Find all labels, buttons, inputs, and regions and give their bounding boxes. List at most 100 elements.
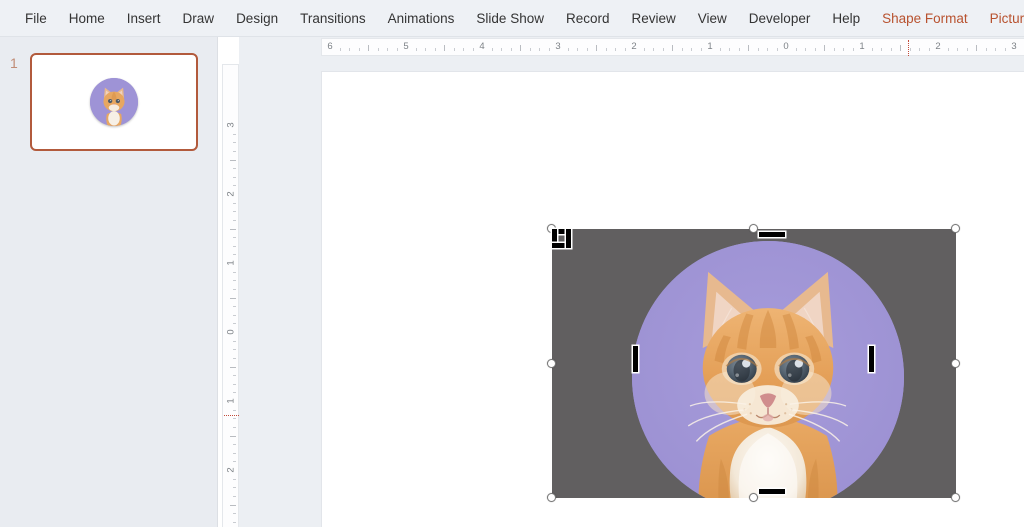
ruler-v-label: 2 [225, 467, 237, 473]
ruler-v-tick [233, 219, 236, 221]
ruler-h-tick [985, 48, 987, 51]
ruler-v-tick [233, 202, 236, 204]
menu-item-slide-show[interactable]: Slide Show [465, 6, 555, 31]
ruler-v-position-marker [224, 414, 239, 416]
list-item[interactable]: 1 [0, 45, 218, 155]
ruler-h-tick [795, 48, 797, 51]
horizontal-ruler[interactable]: 6 5 4 3 2 1 0 1 2 3 [321, 38, 1024, 56]
crop-overlay [552, 229, 956, 498]
ruler-h-tick [472, 48, 474, 51]
ruler-v-tick [233, 168, 236, 170]
crop-handle-bottom-center[interactable] [759, 489, 785, 494]
ruler-h-tick [748, 45, 749, 51]
ruler-h-tick [805, 48, 806, 51]
menu-item-review[interactable]: Review [621, 6, 687, 31]
slide-canvas[interactable] [321, 71, 1024, 527]
ruler-v-tick [233, 271, 236, 273]
powerpoint-window: File Home Insert Draw Design Transitions… [0, 0, 1024, 527]
ruler-h-tick [425, 48, 426, 51]
menu-item-help[interactable]: Help [821, 6, 871, 31]
ruler-h-tick [567, 48, 569, 51]
ruler-h-tick [824, 45, 825, 51]
ruler-h-label: 3 [555, 41, 561, 52]
crop-handle-middle-right[interactable] [869, 346, 874, 372]
ruler-h-tick [729, 48, 730, 51]
ruler-v-tick [233, 176, 236, 178]
ruler-h-tick [900, 45, 901, 51]
ruler-v-label: 1 [225, 260, 237, 266]
ruler-h-tick [463, 48, 464, 51]
ruler-v-label: 0 [225, 329, 237, 335]
resize-handle-middle-left[interactable] [547, 359, 556, 368]
ruler-h-position-marker [907, 40, 909, 56]
ruler-h-tick [700, 48, 702, 51]
ruler-v-tick [233, 452, 236, 454]
ruler-v-tick [233, 288, 236, 290]
ruler-h-tick [444, 45, 445, 51]
ruler-v-tick [233, 133, 236, 135]
resize-handle-bottom-right[interactable] [951, 493, 960, 502]
menu-item-transitions[interactable]: Transitions [289, 6, 377, 31]
ruler-h-tick [966, 48, 968, 51]
ruler-h-tick [947, 48, 949, 51]
resize-handle-bottom-center[interactable] [749, 493, 758, 502]
menu-item-developer[interactable]: Developer [738, 6, 822, 31]
ruler-h-tick [339, 48, 341, 51]
ruler-h-tick [615, 48, 616, 51]
ruler-h-tick [833, 48, 835, 51]
crop-handle-middle-left[interactable] [633, 346, 638, 372]
menu-item-home[interactable]: Home [58, 6, 116, 31]
crop-handle-top-center[interactable] [759, 232, 785, 237]
ruler-h-tick [358, 48, 360, 51]
resize-handle-bottom-left[interactable] [547, 493, 556, 502]
ruler-v-tick [230, 297, 236, 299]
ruler-h-tick [738, 48, 740, 51]
menu-item-shape-format[interactable]: Shape Format [871, 6, 979, 31]
ruler-h-tick [453, 48, 455, 51]
ruler-h-tick [653, 48, 654, 51]
ruler-v-tick [233, 142, 236, 144]
ruler-h-label: 0 [783, 41, 789, 52]
ruler-h-tick [415, 48, 417, 51]
resize-handle-top-center[interactable] [749, 224, 758, 233]
ruler-h-tick [586, 48, 588, 51]
ruler-v-label: 3 [225, 122, 237, 128]
ruler-v-tick [230, 159, 236, 161]
slide-thumbnail-pane[interactable]: 1 [0, 37, 218, 527]
menu-item-record[interactable]: Record [555, 6, 621, 31]
resize-handle-top-right[interactable] [951, 224, 960, 233]
kitten-picture[interactable] [632, 241, 904, 498]
ruler-v-tick [233, 314, 236, 316]
ruler-v-tick [233, 478, 236, 480]
ruler-h-tick [1004, 48, 1006, 51]
ruler-h-tick [672, 45, 673, 51]
ruler-h-tick [919, 48, 920, 51]
ruler-h-tick [643, 48, 645, 51]
ruler-h-tick [843, 48, 844, 51]
menu-item-picture-format[interactable]: Picture Format [979, 6, 1024, 31]
ruler-h-tick [976, 45, 977, 51]
ruler-h-tick [871, 48, 873, 51]
ruler-h-tick [577, 48, 578, 51]
menu-item-draw[interactable]: Draw [172, 6, 226, 31]
ruler-v-tick [233, 495, 236, 497]
kitten-svg [632, 241, 904, 498]
ruler-h-tick [890, 48, 892, 51]
menu-item-insert[interactable]: Insert [116, 6, 172, 31]
resize-handle-middle-right[interactable] [951, 359, 960, 368]
ruler-h-label: 2 [631, 41, 637, 52]
picture-crop-selection[interactable] [547, 224, 960, 502]
menu-item-view[interactable]: View [687, 6, 738, 31]
ruler-v-tick [230, 504, 236, 506]
ruler-v-tick [230, 366, 236, 368]
menu-item-design[interactable]: Design [225, 6, 289, 31]
ruler-h-tick [624, 48, 626, 51]
ruler-h-tick [767, 48, 768, 51]
slide-thumbnail-1[interactable] [30, 53, 198, 151]
vertical-ruler[interactable]: 3 2 1 0 1 2 [222, 64, 239, 527]
ruler-v-tick [233, 340, 236, 342]
menu-item-animations[interactable]: Animations [377, 6, 466, 31]
ruler-h-tick [605, 48, 607, 51]
menu-bar: File Home Insert Draw Design Transitions… [0, 0, 1024, 37]
menu-item-file[interactable]: File [14, 6, 58, 31]
